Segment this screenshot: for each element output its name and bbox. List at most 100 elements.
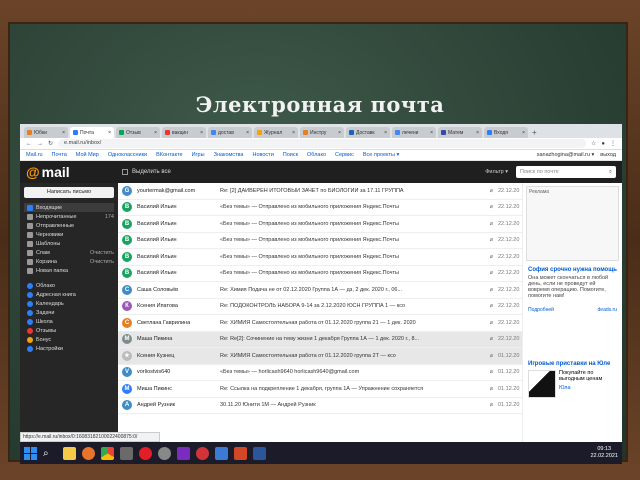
folder-item[interactable]: Входящие <box>24 203 114 212</box>
portal-link[interactable]: Mail.ru <box>26 152 43 158</box>
message-row[interactable]: В Василий Ильин «Без темы» — Отправлено из… <box>118 266 522 282</box>
user-email[interactable]: sanazhogina@mail.ru ▾ <box>537 152 595 158</box>
mail-search-input[interactable]: Поиск по почте ⌕ <box>516 166 616 178</box>
avatar[interactable]: В <box>122 218 132 229</box>
message-row[interactable]: В Василий Ильин «Без темы» — Отправлено из… <box>118 216 522 233</box>
ad-banner-3[interactable]: Игровые приставки на Юле Покупайте по вы… <box>526 359 619 400</box>
message-row[interactable]: Vvorliostvis640 «Без темы» — horlicash964… <box>118 365 522 381</box>
browser-tab[interactable]: лечени × <box>392 127 436 138</box>
avatar[interactable]: В <box>122 235 132 246</box>
message-row[interactable]: К Ксения Ипатова Re: ПОДОКОНТРОЛЬ НАБОРА 9… <box>118 299 522 315</box>
message-row[interactable]: А Андрей Рузник 30.11.20 Юнити 1М — Андрей… <box>118 398 522 414</box>
browser-tab[interactable]: Почта × <box>70 127 114 138</box>
profile-icon[interactable]: ● <box>601 141 605 147</box>
app-link[interactable]: Календарь <box>24 299 114 308</box>
message-row[interactable]: М Маша Пикина Re: Re[2]: Сочинение на тему… <box>118 331 522 348</box>
visual-studio-icon[interactable] <box>177 446 190 460</box>
compose-button[interactable]: Написать письмо <box>24 187 114 198</box>
close-icon[interactable]: × <box>200 130 203 136</box>
portal-link[interactable]: Мой Мир <box>76 152 99 158</box>
opera-icon[interactable] <box>196 446 209 460</box>
select-all-button[interactable]: Выделить все <box>122 169 171 175</box>
app-link[interactable]: Школа <box>24 317 114 326</box>
close-icon[interactable]: × <box>154 130 157 136</box>
folder-item[interactable]: Отправленные <box>24 221 114 230</box>
star-icon[interactable]: ☆ <box>591 140 596 147</box>
portal-link[interactable]: Сервис <box>335 152 354 158</box>
powerpoint-icon[interactable] <box>234 446 247 460</box>
ad2-title[interactable]: София срочно нужна помощь <box>528 267 617 273</box>
close-icon[interactable]: × <box>108 130 111 136</box>
app-link[interactable]: Отзывы <box>24 326 114 335</box>
portal-link[interactable]: ВКонтакте <box>156 152 182 158</box>
forward-icon[interactable]: → <box>37 141 43 147</box>
ad3-source[interactable]: Юла <box>559 385 617 391</box>
portal-link[interactable]: Все проекты ▾ <box>363 152 399 158</box>
close-icon[interactable]: × <box>476 130 479 136</box>
app-link[interactable]: Бонус <box>24 335 114 344</box>
message-row[interactable]: С Светлана Гаврилина Re: ХИМИЯ Самостоятел… <box>118 315 522 332</box>
settings-icon[interactable] <box>158 446 171 460</box>
avatar[interactable]: К <box>122 301 132 312</box>
message-row[interactable]: ★ Ксения Кузнец Re: ХИМИЯ Самостоятельная … <box>118 348 522 365</box>
browser-tab[interactable]: Входя × <box>484 127 528 138</box>
app-icon[interactable] <box>120 446 133 460</box>
folder-item[interactable]: Шаблоны <box>24 239 114 248</box>
app-link[interactable]: Облако <box>24 281 114 290</box>
close-icon[interactable]: × <box>62 130 65 136</box>
browser-tab[interactable]: Журнал × <box>254 127 298 138</box>
portal-link[interactable]: Игры <box>192 152 205 158</box>
browser-tab[interactable]: Матем × <box>438 127 482 138</box>
close-icon[interactable]: × <box>292 130 295 136</box>
browser-tab[interactable]: Юбки × <box>24 127 68 138</box>
reload-icon[interactable]: ↻ <box>48 140 53 147</box>
ad3-title[interactable]: Игровые приставки на Юле <box>528 361 617 367</box>
folder-item[interactable]: Непрочитанные 174 <box>24 212 114 221</box>
folder-item[interactable]: Новая папка <box>24 266 114 275</box>
avatar[interactable]: В <box>122 202 132 213</box>
close-icon[interactable]: × <box>522 130 525 136</box>
portal-link[interactable]: Новости <box>252 152 273 158</box>
avatar[interactable]: М <box>122 383 132 394</box>
portal-link[interactable]: Одноклассники <box>108 152 147 158</box>
new-tab-button[interactable]: + <box>532 127 537 138</box>
yandex-icon[interactable] <box>139 446 152 460</box>
portal-link[interactable]: Облако <box>307 152 326 158</box>
browser-tab[interactable]: Инстру × <box>300 127 344 138</box>
chrome-icon[interactable] <box>101 446 114 460</box>
browser-tab[interactable]: Доставк × <box>346 127 390 138</box>
avatar[interactable]: В <box>122 251 132 262</box>
avatar[interactable]: ★ <box>122 350 132 361</box>
menu-icon[interactable]: ⋮ <box>610 140 616 147</box>
app-icon[interactable] <box>215 446 228 460</box>
message-row[interactable]: Gyourtermak@gmail.com Re: [2] ДАЙВЁРЕН ИТ… <box>118 183 522 200</box>
close-icon[interactable]: × <box>246 130 249 136</box>
ad2-source[interactable]: deads.ru <box>598 307 617 313</box>
url-field[interactable]: e.mail.ru/inbox/ <box>58 139 586 148</box>
portal-link[interactable]: Почта <box>52 152 67 158</box>
message-row[interactable]: М Миша Пикинс Re: Ссылка на подкрепление 1… <box>118 381 522 398</box>
close-icon[interactable]: × <box>384 130 387 136</box>
app-link[interactable]: Настройки <box>24 344 114 353</box>
close-icon[interactable]: × <box>338 130 341 136</box>
logout-link[interactable]: выход <box>600 152 616 158</box>
avatar[interactable]: V <box>122 367 132 378</box>
portal-link[interactable]: Знакомства <box>214 152 244 158</box>
back-icon[interactable]: ← <box>26 141 32 147</box>
app-link[interactable]: Адресная книга <box>24 290 114 299</box>
portal-link[interactable]: Поиск <box>283 152 298 158</box>
message-row[interactable]: В Василий Ильин «Без темы» — Отправлено из… <box>118 233 522 249</box>
avatar[interactable]: С <box>122 317 132 328</box>
browser-tab[interactable]: вакцин × <box>162 127 206 138</box>
browser-tab[interactable]: Отзыв × <box>116 127 160 138</box>
console-image[interactable] <box>528 370 556 398</box>
avatar[interactable]: В <box>122 268 132 279</box>
mail-logo[interactable]: @ mail <box>26 164 122 180</box>
ad-banner-2[interactable]: София срочно нужна помощь Она может скон… <box>526 265 619 355</box>
avatar[interactable]: G <box>122 185 132 196</box>
yandex-browser-icon[interactable] <box>82 446 95 460</box>
search-icon[interactable]: ⌕ <box>43 447 57 460</box>
message-row[interactable]: С Саша Соловьёв Re: Химия Подача не от 02.… <box>118 282 522 299</box>
filter-button[interactable]: Фильтр ▾ <box>485 169 508 175</box>
ad2-more-button[interactable]: Подробней <box>528 307 554 313</box>
